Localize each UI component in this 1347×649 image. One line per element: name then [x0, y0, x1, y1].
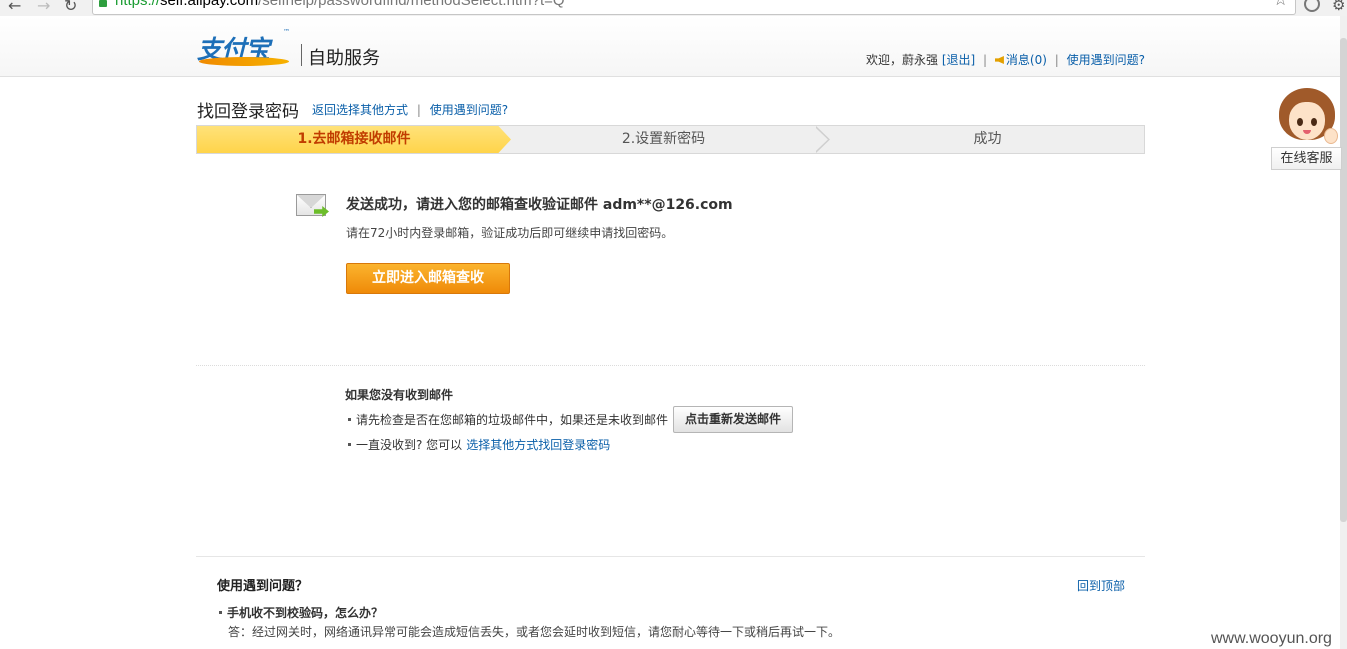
messages-link[interactable]: 消息(0) — [1006, 53, 1047, 67]
step-2: 2.设置新密码 — [621, 131, 706, 147]
divider: | — [983, 53, 988, 67]
user-bar: 欢迎，蔚永强 [退出] | 消息(0) | 使用遇到问题? — [866, 51, 1145, 68]
bullet-icon — [348, 442, 351, 446]
faq-question: 手机收不到校验码，怎么办？ — [217, 604, 383, 621]
logout-link[interactable]: [退出] — [942, 53, 975, 67]
back-to-top-link[interactable]: 回到顶部 — [1077, 577, 1125, 594]
envelope-icon — [296, 194, 330, 218]
address-bar[interactable]: https://self.alipay.com/selfhelp/passwor… — [92, 0, 1296, 15]
help-link[interactable]: 使用遇到问题? — [1067, 53, 1145, 67]
watermark: www.wooyun.org — [1211, 630, 1332, 647]
tips-title: 如果您没有收到邮件 — [345, 388, 454, 402]
divider: | — [416, 103, 421, 117]
page-title: 找回登录密码 — [197, 102, 299, 122]
step-3: 成功 — [973, 131, 1002, 147]
tip-item: 一直没收到? 您可以 选择其他方式找回登录密码 — [345, 436, 610, 453]
divider-line — [196, 365, 1145, 366]
choose-other-method-link[interactable]: 选择其他方式找回登录密码 — [466, 438, 610, 452]
url-text: https://self.alipay.com/selfhelp/passwor… — [115, 0, 565, 9]
back-choose-method-link[interactable]: 返回选择其他方式 — [312, 103, 408, 117]
bookmark-star-icon[interactable]: ☆ — [1273, 0, 1288, 10]
forward-arrow-icon[interactable]: → — [37, 0, 50, 15]
service-title: 自助服务 — [308, 48, 380, 69]
faq-title: 使用遇到问题？ — [217, 579, 309, 594]
section-help-link[interactable]: 使用遇到问题? — [430, 103, 508, 117]
scrollbar-thumb[interactable] — [1340, 38, 1347, 522]
tip-item: 请先检查是否在您邮箱的垃圾邮件中，如果还是未收到邮件 — [345, 411, 668, 428]
success-message: 发送成功，请进入您的邮箱查收验证邮件 adm**@126.com — [346, 197, 733, 213]
bullet-icon — [348, 417, 351, 421]
lock-icon — [99, 0, 107, 7]
logo-swoosh — [199, 57, 289, 66]
reload-icon[interactable]: ↻ — [64, 0, 77, 15]
progress-steps: 1.去邮箱接收邮件 2.设置新密码 成功 — [196, 125, 1145, 154]
step-1: 1.去邮箱接收邮件 — [197, 126, 511, 153]
section-links: 返回选择其他方式 | 使用遇到问题? — [312, 101, 508, 118]
back-arrow-icon[interactable]: ← — [8, 0, 21, 15]
browser-toolbar: ← → ↻ https://self.alipay.com/selfhelp/p… — [0, 0, 1347, 16]
step-separator-arrow — [816, 126, 830, 153]
alipay-logo[interactable]: 支付宝 ™ — [197, 28, 293, 68]
wrench-icon[interactable]: ⚙ — [1332, 0, 1345, 14]
welcome-text: 欢迎，蔚永强 — [866, 53, 939, 67]
faq-answer: 答：经过网关时，网络通讯异常可能会造成短信丢失，或者您会延时收到短信，请您耐心等… — [228, 625, 841, 639]
go-to-mailbox-button[interactable]: 立即进入邮箱查收 — [346, 263, 510, 294]
divider: | — [1054, 53, 1059, 67]
online-service-button[interactable]: 在线客服 — [1271, 147, 1342, 170]
bullet-icon — [219, 610, 222, 614]
success-subtext: 请在72小时内登录邮箱，验证成功后即可继续申请找回密码。 — [346, 226, 674, 240]
customer-service-avatar-icon[interactable] — [1276, 88, 1338, 148]
extension-icon[interactable] — [1304, 0, 1320, 12]
divider-line — [196, 556, 1145, 557]
speaker-icon — [994, 56, 1004, 64]
logo-divider — [301, 44, 302, 66]
resend-email-button[interactable]: 点击重新发送邮件 — [673, 406, 793, 433]
